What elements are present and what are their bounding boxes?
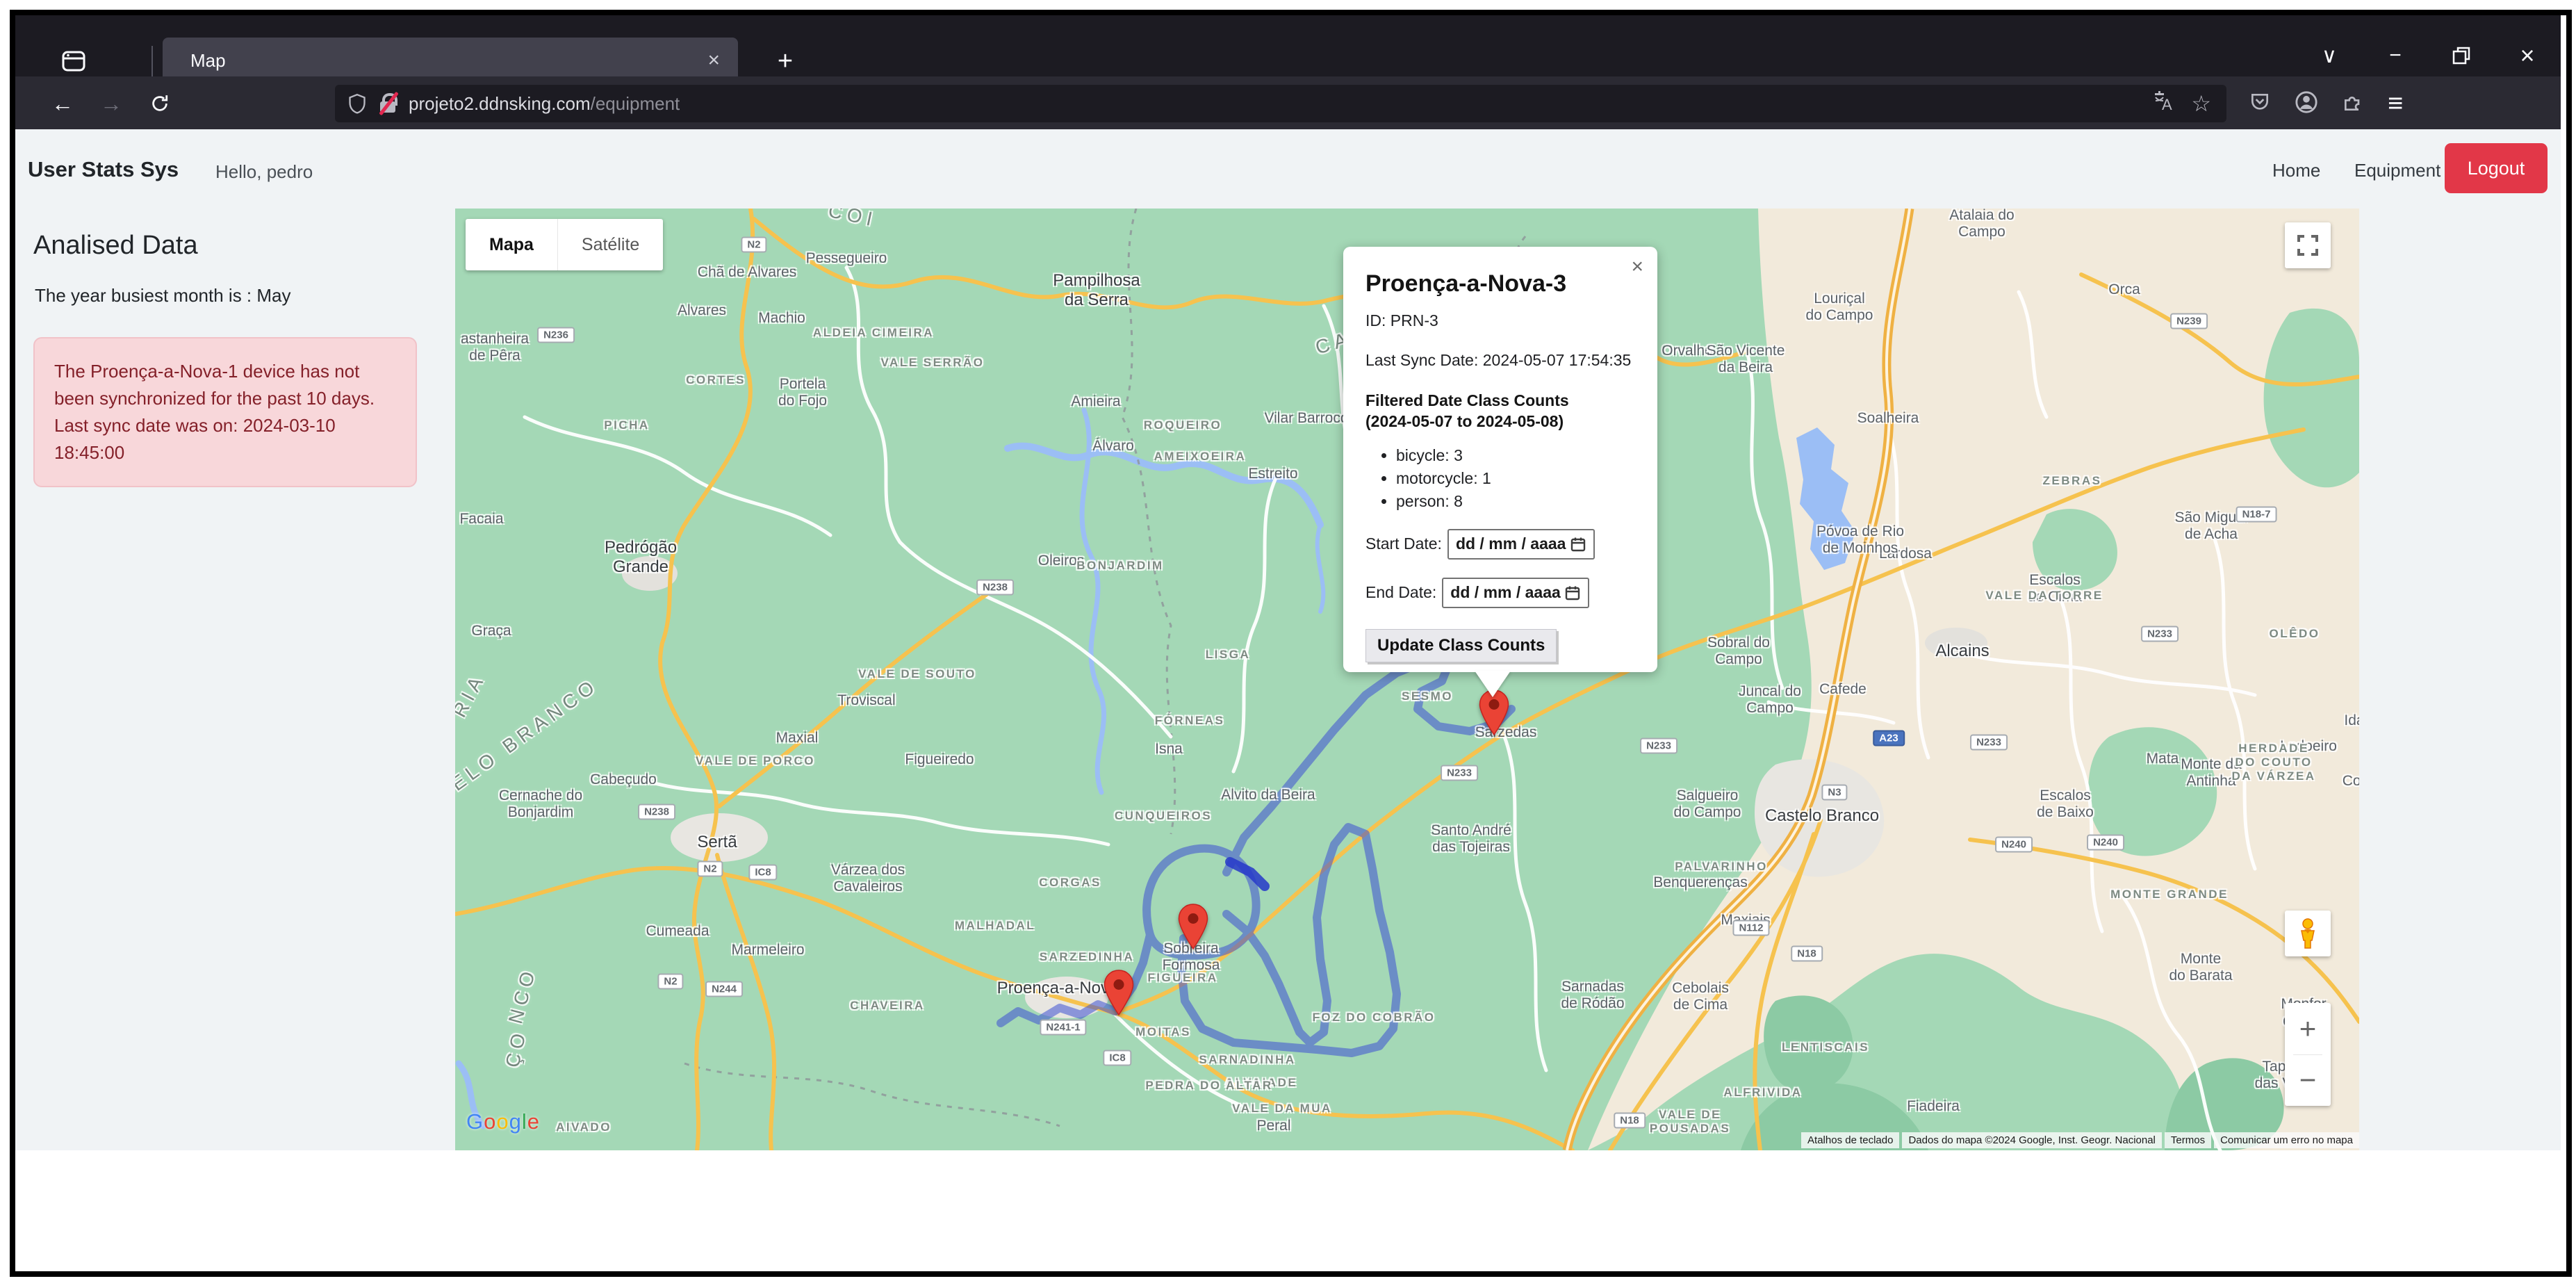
calendar-icon[interactable] [1570, 536, 1586, 553]
tab-title: Map [190, 50, 707, 72]
start-date-label: Start Date: [1365, 535, 1442, 553]
popup-last-sync: Last Sync Date: 2024-05-07 17:54:35 [1365, 351, 1636, 370]
url-path: /equipment [591, 93, 680, 114]
tab-close-icon[interactable]: × [707, 49, 720, 72]
reload-icon[interactable] [140, 86, 179, 121]
app-brand[interactable]: User Stats Sys [28, 157, 179, 182]
device-marker-pin[interactable] [1177, 903, 1209, 954]
tab-list-chevron-icon[interactable]: ∨ [2304, 36, 2354, 75]
browser-titlebar: Map × + ∨ − × [15, 15, 2561, 76]
class-count-item: motorcycle: 1 [1396, 469, 1636, 488]
start-date-input[interactable]: dd / mm / aaaa [1447, 529, 1595, 560]
calendar-icon[interactable] [1564, 585, 1581, 601]
fullscreen-button[interactable] [2285, 222, 2331, 268]
busiest-month-text: The year busiest month is : May [35, 285, 290, 307]
google-map[interactable]: PessegueiroPampilhosa da SerraJaneiro de… [455, 209, 2359, 1150]
class-count-item: bicycle: 3 [1396, 446, 1636, 465]
close-window-button[interactable]: × [2502, 36, 2552, 75]
map-type-control: Mapa Satélite [466, 219, 663, 270]
sync-alert: The Proença-a-Nova-1 device has not been… [33, 337, 417, 487]
street-view-pegman-button[interactable] [2285, 911, 2331, 956]
url-text: projeto2.ddnsking.com/equipment [409, 93, 680, 115]
class-counts-list: bicycle: 3 motorcycle: 1 person: 8 [1375, 446, 1636, 511]
back-button[interactable]: ← [43, 86, 82, 121]
popup-tail [1475, 671, 1511, 697]
keyboard-shortcuts-link[interactable]: Atalhos de teclado [1801, 1132, 1899, 1148]
class-count-item: person: 8 [1396, 492, 1636, 511]
new-tab-button[interactable]: + [767, 43, 803, 79]
zoom-in-button[interactable]: + [2285, 1003, 2331, 1054]
page-title: Analised Data [33, 231, 198, 261]
firefox-view-icon[interactable] [56, 43, 92, 79]
map-type-satellite-button[interactable]: Satélite [557, 219, 663, 270]
popup-counts-range: (2024-05-07 to 2024-05-08) [1365, 411, 1636, 432]
extensions-icon[interactable] [2342, 91, 2364, 117]
end-date-label: End Date: [1365, 583, 1436, 602]
popup-counts-title: Filtered Date Class Counts [1365, 391, 1636, 411]
google-logo[interactable]: Google [466, 1109, 540, 1134]
forward-button[interactable]: → [92, 86, 131, 121]
menu-hamburger-icon[interactable]: ≡ [2388, 89, 2403, 119]
logout-button[interactable]: Logout [2445, 143, 2548, 193]
popup-device-id: ID: PRN-3 [1365, 311, 1636, 330]
shield-icon[interactable] [347, 92, 367, 115]
translate-icon[interactable]: A [2153, 90, 2177, 117]
update-class-counts-button[interactable]: Update Class Counts [1365, 629, 1557, 662]
zoom-out-button[interactable]: − [2285, 1055, 2331, 1107]
pocket-icon[interactable] [2249, 91, 2271, 117]
popup-title: Proença-a-Nova-3 [1365, 270, 1636, 297]
insecure-lock-icon[interactable] [378, 92, 399, 115]
report-error-link[interactable]: Comunicar um erro no mapa [2214, 1132, 2359, 1148]
device-info-popup: × Proença-a-Nova-3 ID: PRN-3 Last Sync D… [1343, 247, 1657, 672]
terms-link[interactable]: Termos [2165, 1132, 2211, 1148]
greeting-text: Hello, pedro [215, 161, 313, 183]
url-domain: projeto2.ddnsking.com [409, 93, 591, 114]
nav-equipment-link[interactable]: Equipment [2354, 160, 2440, 181]
svg-text:A: A [2162, 96, 2172, 113]
map-attribution: Atalhos de tecladoDados do mapa ©2024 Go… [1801, 1132, 2359, 1148]
end-date-input[interactable]: dd / mm / aaaa [1442, 578, 1589, 608]
minimize-button[interactable]: − [2370, 36, 2420, 75]
url-bar[interactable]: projeto2.ddnsking.com/equipment A ☆ [335, 85, 2226, 122]
restore-button[interactable] [2436, 36, 2486, 75]
bookmark-star-icon[interactable]: ☆ [2191, 90, 2211, 117]
device-marker-pin[interactable] [1103, 969, 1135, 1020]
zoom-control: + − [2285, 1003, 2331, 1106]
page-bottom-area [15, 1150, 2561, 1266]
popup-close-icon[interactable]: × [1631, 255, 1643, 279]
tab-separator [151, 46, 153, 76]
account-icon[interactable] [2295, 90, 2318, 117]
nav-home-link[interactable]: Home [2272, 160, 2320, 181]
map-data-text: Dados do mapa ©2024 Google, Inst. Geogr.… [1902, 1132, 2161, 1148]
map-type-map-button[interactable]: Mapa [466, 219, 557, 270]
